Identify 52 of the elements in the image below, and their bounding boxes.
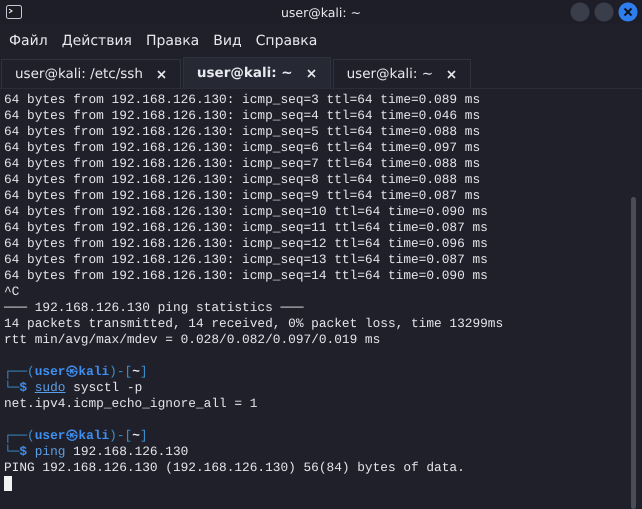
close-icon[interactable] (306, 68, 316, 78)
prompt-sign: $ (19, 444, 28, 459)
terminal-output-line: 64 bytes from 192.168.126.130: icmp_seq=7 ttl=64 time=0.088 ms (4, 156, 482, 172)
terminal-icon (6, 5, 22, 19)
prompt-directory: ~ (132, 364, 140, 379)
terminal-output-line: 64 bytes from 192.168.126.130: icmp_seq=4 ttl=64 time=0.046 ms (4, 108, 482, 124)
terminal-output-line: 14 packets transmitted, 14 received, 0% packet loss, time 13299ms (4, 316, 504, 332)
terminal-output-line: 64 bytes from 192.168.126.130: icmp_seq=5 ttl=64 time=0.088 ms (4, 124, 482, 140)
terminal-output-line: PING 192.168.126.130 (192.168.126.130) 56(84) bytes of data. (4, 460, 466, 476)
terminal-tab[interactable]: user@kali: ~ (332, 59, 472, 88)
menu-item[interactable]: Действия (62, 33, 132, 49)
terminal-tab[interactable]: user@kali: /etc/ssh (1, 59, 181, 88)
command-name: ping (34, 444, 66, 459)
scrollbar[interactable] (631, 197, 636, 509)
prompt-directory: ~ (132, 428, 140, 443)
prompt-user-host: user㉿kali (34, 428, 110, 443)
text-cursor (4, 476, 12, 491)
window-title: user@kali: ~ (280, 4, 362, 20)
terminal-output-line: net.ipv4.icmp_echo_ignore_all = 1 (4, 396, 258, 412)
prompt-frame: └─ (4, 380, 20, 395)
close-icon[interactable] (156, 70, 166, 78)
terminal-output-line: 64 bytes from 192.168.126.130: icmp_seq=3 ttl=64 time=0.089 ms (4, 92, 482, 108)
prompt-frame: )-[ (109, 428, 132, 443)
terminal-output-line: 64 bytes from 192.168.126.130: icmp_seq=14 ttl=64 time=0.090 ms (4, 268, 489, 284)
terminal-output-line: 64 bytes from 192.168.126.130: icmp_seq=13 ttl=64 time=0.087 ms (4, 252, 489, 268)
terminal-output-line: 64 bytes from 192.168.126.130: icmp_seq=9 ttl=64 time=0.087 ms (4, 188, 482, 204)
prompt-frame: )-[ (109, 364, 132, 379)
terminal-output-line: rtt min/avg/max/mdev = 0.028/0.082/0.097/0.019 ms (4, 332, 382, 348)
prompt-frame: ] (140, 428, 148, 443)
prompt-frame: ┌──( (4, 428, 35, 443)
terminal-output-line: 64 bytes from 192.168.126.130: icmp_seq=8 ttl=64 time=0.088 ms (4, 172, 482, 188)
prompt-frame: ] (140, 364, 148, 379)
menu-item[interactable]: Правка (146, 33, 200, 49)
prompt-user-host: user㉿kali (34, 364, 110, 379)
terminal-output-line: ^C (4, 284, 20, 300)
prompt-sign: $ (19, 380, 28, 395)
prompt-frame: ┌──( (4, 364, 35, 379)
command-arguments: 192.168.126.130 (73, 444, 188, 459)
terminal-output-line: 64 bytes from 192.168.126.130: icmp_seq=12 ttl=64 time=0.096 ms (4, 236, 489, 252)
menu-item[interactable]: Файл (9, 33, 48, 49)
close-icon[interactable] (447, 70, 456, 78)
menu-item[interactable]: Вид (213, 33, 242, 49)
terminal-output-line: 64 bytes from 192.168.126.130: icmp_seq=6 ttl=64 time=0.097 ms (4, 140, 482, 156)
terminal-output-line: 64 bytes from 192.168.126.130: icmp_seq=10 ttl=64 time=0.090 ms (4, 204, 489, 220)
close-button[interactable] (618, 2, 638, 22)
terminal-output-line: 64 bytes from 192.168.126.130: icmp_seq=11 ttl=64 time=0.087 ms (4, 220, 489, 236)
command-arguments: sysctl -p (73, 380, 142, 395)
menu-item[interactable]: Справка (256, 33, 318, 49)
prompt-frame: └─ (4, 444, 20, 459)
terminal-tab[interactable]: user@kali: ~ (182, 57, 331, 88)
command-name: sudo (34, 380, 66, 395)
terminal-output-line: ─── 192.168.126.130 ping statistics ─── (4, 300, 305, 316)
